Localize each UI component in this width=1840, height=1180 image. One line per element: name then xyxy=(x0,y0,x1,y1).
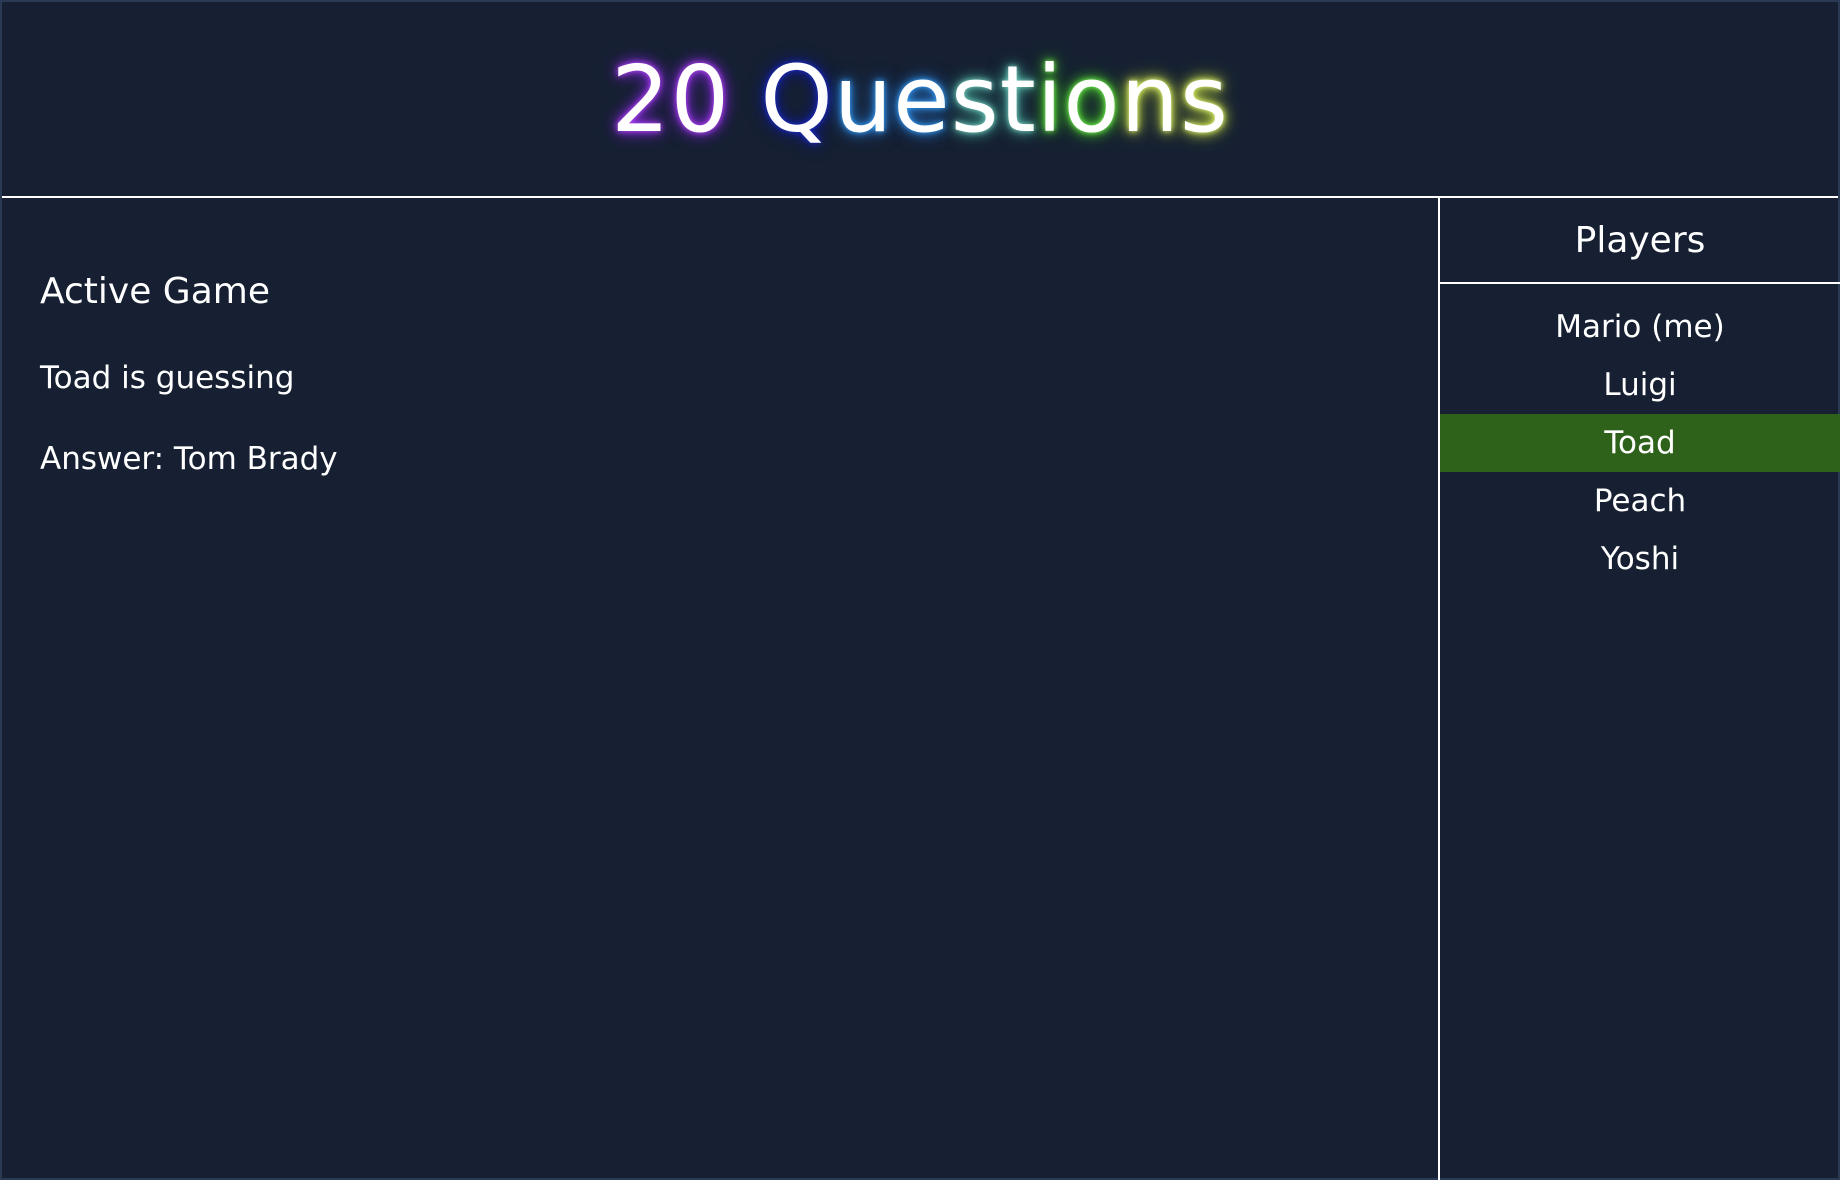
title-segment: ns xyxy=(1120,45,1229,153)
app-window: 20 Q ue st io ns Active Game Toad is gue… xyxy=(0,0,1840,1180)
title-segment: 20 xyxy=(611,45,731,153)
player-item-luigi[interactable]: Luigi xyxy=(1440,356,1840,414)
active-game-heading: Active Game xyxy=(40,271,270,312)
players-sidebar: Players Mario (me) Luigi Toad Peach Yosh… xyxy=(1440,198,1840,1180)
title-segment: st xyxy=(950,45,1037,153)
title-segment: io xyxy=(1036,45,1121,153)
title-space xyxy=(730,46,760,153)
players-heading: Players xyxy=(1440,198,1840,284)
guessing-status: Toad is guessing xyxy=(40,360,295,396)
player-item-mario[interactable]: Mario (me) xyxy=(1440,298,1840,356)
player-item-yoshi[interactable]: Yoshi xyxy=(1440,530,1840,588)
player-item-peach[interactable]: Peach xyxy=(1440,472,1840,530)
answer-text: Answer: Tom Brady xyxy=(40,441,338,477)
active-game-panel: Active Game Toad is guessing Answer: Tom… xyxy=(2,198,1440,1180)
title-segment: ue xyxy=(833,45,951,153)
header: 20 Q ue st io ns xyxy=(2,2,1838,198)
title-segment: Q xyxy=(760,45,834,153)
page-title: 20 Q ue st io ns xyxy=(611,46,1229,153)
player-list: Mario (me) Luigi Toad Peach Yoshi xyxy=(1440,298,1840,588)
player-item-toad[interactable]: Toad xyxy=(1440,414,1840,472)
